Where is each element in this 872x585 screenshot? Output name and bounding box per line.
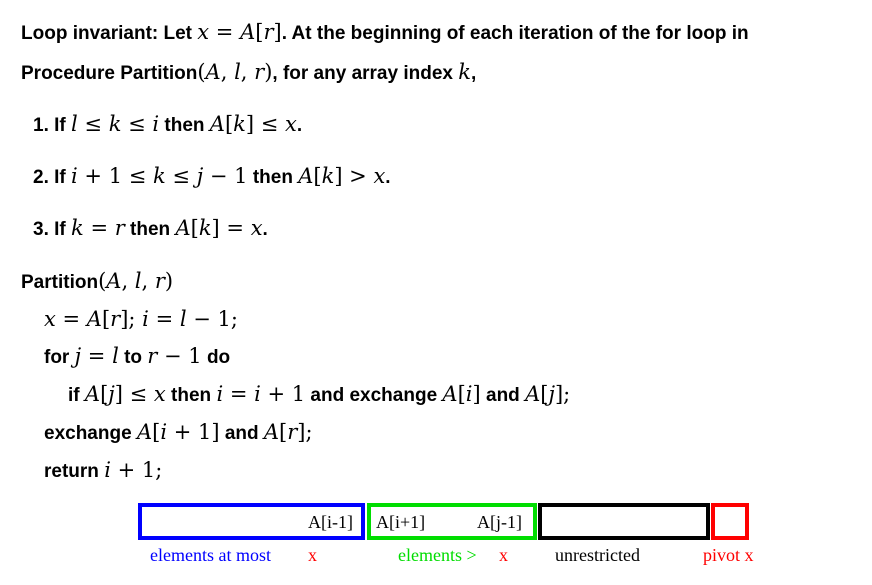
math-a-i-plus-1: A[i + 1] xyxy=(136,420,220,444)
item-end: . xyxy=(262,219,268,240)
label-a-i-plus-1: A[i+1] xyxy=(376,512,426,532)
item-number: 1. xyxy=(33,115,49,136)
item-then: then xyxy=(252,167,293,188)
math-if-cond: A[j] ≤ x xyxy=(84,382,166,406)
keyword-and: and xyxy=(224,423,259,444)
code-line-init: x = A[r]; i = l − 1; xyxy=(44,307,238,333)
black-region-box xyxy=(538,503,710,540)
keyword-if: if xyxy=(68,385,80,406)
math-ar: A[r]; xyxy=(263,420,313,444)
invariant-intro-c: Procedure Partition xyxy=(21,63,198,84)
math-cond-2: i + 1 ≤ k ≤ j − 1 xyxy=(71,164,248,188)
math-k: k xyxy=(458,60,471,84)
code-line-exchange: exchange A[i + 1] and A[r]; xyxy=(44,420,313,446)
item-if: If xyxy=(54,167,66,188)
invariant-intro-b: . At the beginning of each iteration of … xyxy=(281,23,749,44)
invariant-item-1: 1. If l ≤ k ≤ i then A[k] ≤ x. xyxy=(33,112,302,138)
item-then: then xyxy=(130,219,171,240)
procedure-name: Partition xyxy=(21,272,99,293)
math-result-2: A[k] > x xyxy=(298,164,386,188)
invariant-intro-e: , xyxy=(470,63,477,84)
math-ai: A[i] xyxy=(442,382,481,406)
item-number: 2. xyxy=(33,167,49,188)
legend-x-2: x xyxy=(499,545,508,565)
legend-pivot: pivot x xyxy=(703,545,754,565)
math-r-minus-1: r − 1 xyxy=(147,344,202,368)
math-j-eq-l: j = l xyxy=(74,344,119,368)
math-result-1: A[k] ≤ x xyxy=(209,112,297,136)
code-line-for: for j = l to r − 1 do xyxy=(44,344,230,370)
item-if: If xyxy=(54,219,66,240)
code-line-return: return i + 1; xyxy=(44,458,162,484)
keyword-to: to xyxy=(124,347,143,368)
invariant-item-3: 3. If k = r then A[k] = x. xyxy=(33,216,268,242)
keyword-and-exchange: and exchange xyxy=(310,385,438,406)
label-a-j-minus-1: A[j-1] xyxy=(477,512,522,532)
invariant-line-2: Procedure Partition(A, l, r), for any ar… xyxy=(21,60,476,86)
keyword-then: then xyxy=(171,385,212,406)
math-alr: (A, l, r) xyxy=(197,60,273,84)
math-x-eq-ar: x = A[r] xyxy=(197,20,282,44)
item-number: 3. xyxy=(33,219,49,240)
procedure-header: Partition(A, l, r) xyxy=(21,269,173,295)
item-end: . xyxy=(296,115,303,136)
legend-elements-at-most: elements at most xyxy=(150,545,271,565)
legend-elements-gt: elements > xyxy=(398,545,477,565)
keyword-return: return xyxy=(44,461,99,482)
math-aj: A[j]; xyxy=(525,382,571,406)
invariant-line-1: Loop invariant: Let x = A[r]. At the beg… xyxy=(21,20,749,46)
invariant-item-2: 2. If i + 1 ≤ k ≤ j − 1 then A[k] > x. xyxy=(33,164,391,190)
invariant-intro-d: , for any array index xyxy=(272,63,453,84)
item-then: then xyxy=(164,115,205,136)
legend-x-1: x xyxy=(308,545,317,565)
legend-unrestricted: unrestricted xyxy=(555,545,640,565)
math-i-increment: i = i + 1 xyxy=(216,382,306,406)
invariant-intro-a: Loop invariant: Let xyxy=(21,23,192,44)
item-end: . xyxy=(385,167,391,188)
math-cond-1: l ≤ k ≤ i xyxy=(71,112,160,136)
keyword-for: for xyxy=(44,347,70,368)
math-proc-args: (A, l, r) xyxy=(98,269,174,293)
keyword-do: do xyxy=(206,347,231,368)
red-pivot-box xyxy=(711,503,749,540)
item-if: If xyxy=(54,115,66,136)
keyword-exchange: exchange xyxy=(44,423,132,444)
keyword-and: and xyxy=(486,385,520,406)
code-line-if: if A[j] ≤ x then i = i + 1 and exchange … xyxy=(68,382,570,408)
math-return-val: i + 1; xyxy=(104,458,163,482)
label-a-i-minus-1: A[i-1] xyxy=(308,512,353,532)
math-result-3: A[k] = x xyxy=(175,216,263,240)
math-cond-3: k = r xyxy=(71,216,125,240)
math-init: x = A[r]; i = l − 1; xyxy=(44,307,238,331)
